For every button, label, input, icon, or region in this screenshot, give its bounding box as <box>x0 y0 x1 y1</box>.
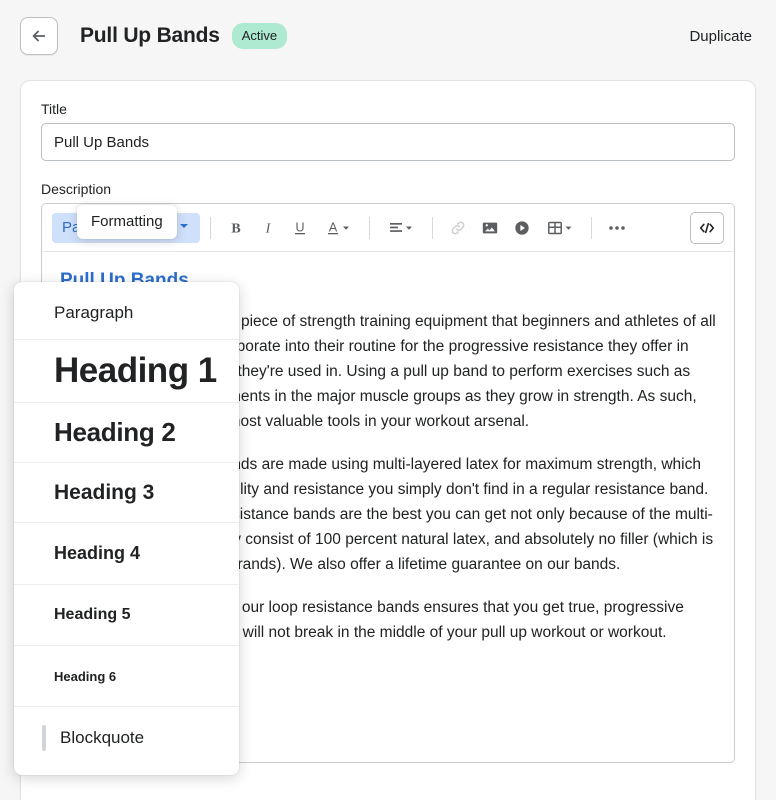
dropdown-item-heading-5[interactable]: Heading 5 <box>14 585 239 646</box>
image-button[interactable] <box>475 213 505 243</box>
status-badge: Active <box>231 23 288 49</box>
page-title: Pull Up Bands <box>80 24 220 47</box>
duplicate-button[interactable]: Duplicate <box>685 20 756 53</box>
description-field-label: Description <box>41 181 112 197</box>
dropdown-item-label: Heading 4 <box>54 543 141 563</box>
text-color-button[interactable]: A <box>317 213 359 243</box>
back-button[interactable] <box>20 17 58 55</box>
underline-button[interactable]: U <box>285 213 315 243</box>
page-header: Pull Up Bands Active Duplicate <box>0 0 776 72</box>
svg-text:U: U <box>295 220 304 234</box>
block-style-dropdown-menu: Paragraph Heading 1 Heading 2 Heading 3 … <box>14 282 239 775</box>
code-view-button[interactable] <box>690 211 724 244</box>
toolbar-divider <box>210 216 211 239</box>
svg-text:I: I <box>265 221 272 236</box>
more-options-button[interactable] <box>602 213 632 243</box>
dropdown-item-label: Heading 5 <box>54 606 131 623</box>
product-detail-page: Pull Up Bands Active Duplicate Title Des… <box>0 0 776 800</box>
dropdown-item-label: Heading 1 <box>54 351 217 390</box>
italic-button[interactable]: I <box>253 213 283 243</box>
dropdown-item-label: Heading 3 <box>54 480 155 504</box>
arrow-left-icon <box>30 27 48 45</box>
formatting-tooltip: Formatting <box>77 205 177 239</box>
chevron-down-icon <box>178 219 190 236</box>
dropdown-item-blockquote[interactable]: Blockquote <box>14 707 239 769</box>
bold-button[interactable]: B <box>221 213 251 243</box>
dropdown-item-label: Heading 6 <box>54 668 117 684</box>
table-button[interactable] <box>539 213 581 243</box>
toolbar-divider <box>369 216 370 239</box>
video-button[interactable] <box>507 213 537 243</box>
dropdown-item-heading-1[interactable]: Heading 1 <box>14 340 239 403</box>
dropdown-item-label: Heading 2 <box>54 417 176 447</box>
dropdown-item-heading-4[interactable]: Heading 4 <box>14 523 239 585</box>
dropdown-item-label: Blockquote <box>60 728 145 747</box>
dropdown-item-heading-3[interactable]: Heading 3 <box>14 463 239 523</box>
dropdown-item-heading-2[interactable]: Heading 2 <box>14 403 239 463</box>
title-input[interactable] <box>41 123 735 161</box>
dropdown-item-heading-6[interactable]: Heading 6 <box>14 646 239 707</box>
svg-text:B: B <box>231 221 240 236</box>
dropdown-item-paragraph[interactable]: Paragraph <box>14 286 239 340</box>
toolbar-divider <box>591 216 592 239</box>
toolbar-divider <box>432 216 433 239</box>
blockquote-bar-icon <box>42 725 46 751</box>
title-field-label: Title <box>41 101 67 117</box>
svg-text:A: A <box>329 220 338 234</box>
align-left-button[interactable] <box>380 213 422 243</box>
link-button[interactable] <box>443 213 473 243</box>
dropdown-item-label: Paragraph <box>54 302 134 322</box>
